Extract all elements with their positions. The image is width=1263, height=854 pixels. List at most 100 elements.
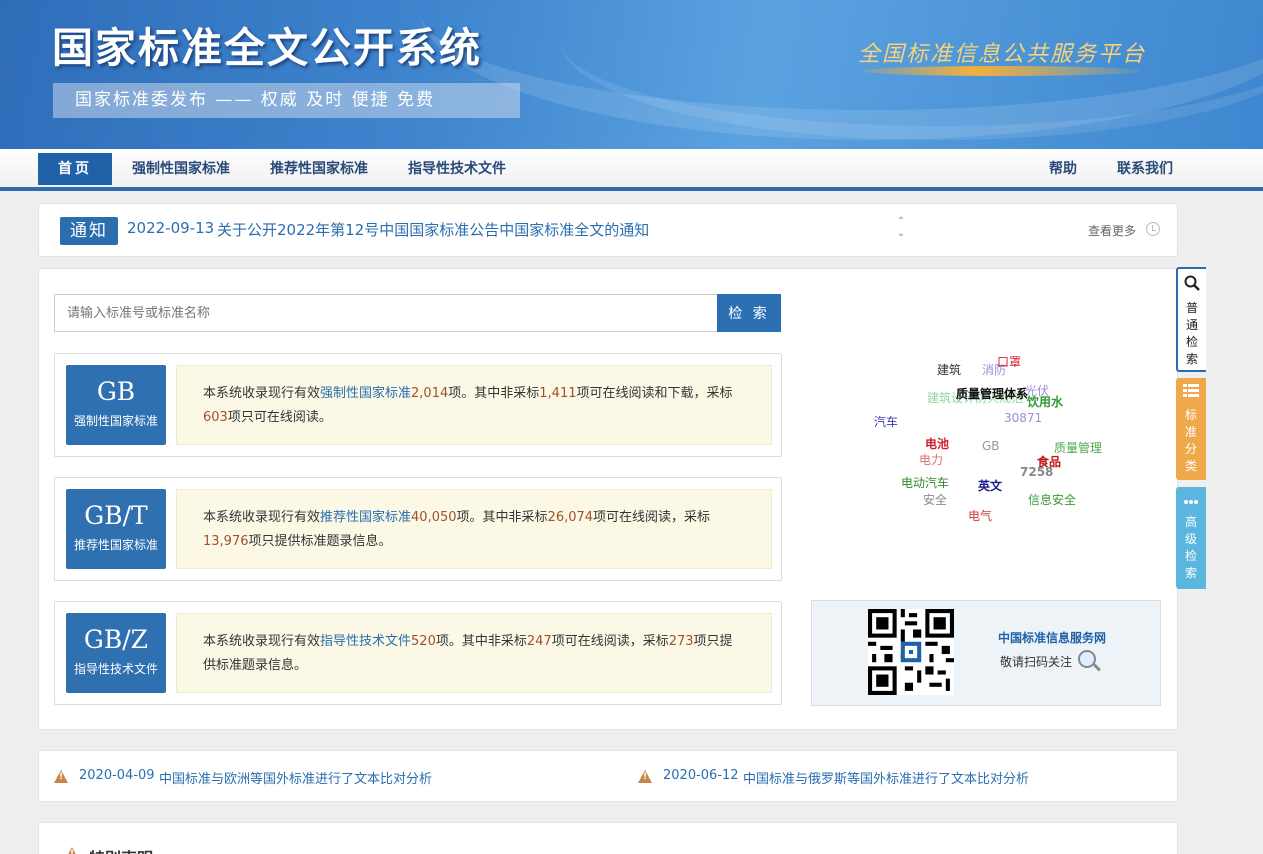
desc-adopt: 13,976 xyxy=(203,534,249,549)
nav-help[interactable]: 帮助 xyxy=(1049,153,1077,185)
main-nav: 首页 强制性国家标准 推荐性国家标准 指导性技术文件 帮助 联系我们 xyxy=(0,149,1263,191)
nav-home[interactable]: 首页 xyxy=(38,153,112,185)
news-panel: 2020-04-09 中国标准与欧洲等国外标准进行了文本比对分析 2020-06… xyxy=(38,750,1178,802)
slogan-brush-stroke xyxy=(862,66,1142,76)
standard-card-gb: GB 强制性国家标准 本系统收录现行有效强制性国家标准2,014项。其中非采标1… xyxy=(54,353,782,457)
chevron-down-icon[interactable]: ⌄ xyxy=(894,228,908,240)
qr-code-image xyxy=(868,609,954,695)
side-tab-label: 高级检索 xyxy=(1184,515,1197,580)
qr-code-box: 中国标准信息服务网 敬请扫码关注 xyxy=(811,600,1161,706)
standard-code-badge[interactable]: GB/T 推荐性国家标准 xyxy=(66,489,166,569)
tag-cloud-item[interactable]: 7258 xyxy=(1020,465,1053,479)
desc-text: 本系统收录现行有效 xyxy=(203,386,321,401)
desc-nonadopt: 1,411 xyxy=(539,386,577,401)
tag-cloud-item[interactable]: 安全 xyxy=(923,491,947,508)
statement-panel: 特别声明 xyxy=(38,822,1178,854)
tag-cloud: 建筑 消防 口罩 光伏 建筑设计防火规范 质量管理体系 饮用水 30871 汽车… xyxy=(859,349,1119,529)
notice-link[interactable]: 关于公开2022年第12号中国国家标准公告中国家标准全文的通知 xyxy=(217,219,649,240)
desc-total: 40,050 xyxy=(411,510,457,525)
desc-type-link[interactable]: 指导性技术文件 xyxy=(320,634,411,649)
notice-badge: 通知 xyxy=(60,217,118,245)
standard-card-gbz: GB/Z 指导性技术文件 本系统收录现行有效指导性技术文件520项。其中非采标2… xyxy=(54,601,782,705)
standard-code: GB/Z xyxy=(83,625,149,654)
standard-type-name: 指导性技术文件 xyxy=(73,662,158,676)
standard-type-name: 强制性国家标准 xyxy=(73,414,158,428)
desc-text: 本系统收录现行有效 xyxy=(203,510,321,525)
desc-text: 本系统收录现行有效 xyxy=(203,634,321,649)
desc-text: 项只提供标准题录信息。 xyxy=(248,534,392,549)
side-tab-basic-search[interactable]: 普通检索 xyxy=(1176,267,1206,372)
view-more-link[interactable]: 查看更多 xyxy=(1088,222,1136,239)
desc-text: 项。其中非采标 xyxy=(448,386,540,401)
desc-text: 项可在线阅读和下载，采标 xyxy=(576,386,733,401)
search-input[interactable] xyxy=(54,294,717,332)
desc-text: 项。其中非采标 xyxy=(456,510,548,525)
platform-slogan: 全国标准信息公共服务平台 xyxy=(858,42,1147,67)
notice-bar: 通知 2022-09-13 关于公开2022年第12号中国国家标准公告中国家标准… xyxy=(38,203,1178,257)
tag-cloud-item[interactable]: 质量管理体系 xyxy=(956,385,1028,402)
desc-total: 2,014 xyxy=(411,386,449,401)
standard-type-name: 推荐性国家标准 xyxy=(73,538,158,552)
tag-cloud-item[interactable]: 电动汽车 xyxy=(901,474,949,491)
tag-cloud-item[interactable]: 英文 xyxy=(978,477,1002,494)
nav-mandatory-standards[interactable]: 强制性国家标准 xyxy=(132,153,230,185)
notice-scroll-arrows[interactable]: ⌃ ⌄ xyxy=(894,216,908,240)
desc-adopt: 273 xyxy=(668,634,694,649)
site-slogan: 国家标准委发布 —— 权威 及时 便捷 免费 xyxy=(53,83,520,118)
desc-text: 项只可在线阅读。 xyxy=(227,410,332,425)
desc-nonadopt: 26,074 xyxy=(547,510,594,525)
list-icon xyxy=(1183,384,1199,397)
side-tab-label: 标准分类 xyxy=(1184,408,1197,473)
desc-type-link[interactable]: 强制性国家标准 xyxy=(320,386,411,401)
desc-nonadopt: 247 xyxy=(526,634,552,649)
standard-code-badge[interactable]: GB/Z 指导性技术文件 xyxy=(66,613,166,693)
desc-adopt: 603 xyxy=(203,410,228,425)
desc-text: 项可在线阅读，采标 xyxy=(593,510,711,525)
alert-icon xyxy=(65,847,79,854)
search-button[interactable]: 检 索 xyxy=(717,294,781,332)
clock-icon xyxy=(1146,222,1160,236)
main-panel: 检 索 GB 强制性国家标准 本系统收录现行有效强制性国家标准2,014项。其中… xyxy=(38,268,1178,730)
site-title: 国家标准全文公开系统 xyxy=(52,24,482,72)
standard-card-gbt: GB/T 推荐性国家标准 本系统收录现行有效推荐性国家标准40,050项。其中非… xyxy=(54,477,782,581)
header-banner: 国家标准全文公开系统 国家标准委发布 —— 权威 及时 便捷 免费 全国标准信息… xyxy=(0,0,1263,149)
tag-cloud-item[interactable]: 饮用水 xyxy=(1027,393,1063,410)
nav-contact[interactable]: 联系我们 xyxy=(1117,153,1173,185)
tag-cloud-item[interactable]: 电气 xyxy=(968,507,992,524)
desc-type-link[interactable]: 推荐性国家标准 xyxy=(320,510,411,525)
news-date[interactable]: 2020-06-12 xyxy=(663,768,739,783)
nav-recommended-standards[interactable]: 推荐性国家标准 xyxy=(270,153,368,185)
tag-cloud-item[interactable]: 电力 xyxy=(919,451,943,468)
side-tab-advanced-search[interactable]: 高级检索 xyxy=(1176,487,1206,589)
tag-cloud-item[interactable]: GB xyxy=(982,439,1000,453)
side-tab-classification[interactable]: 标准分类 xyxy=(1176,378,1206,480)
standard-description: 本系统收录现行有效指导性技术文件520项。其中非采标247项可在线阅读，采标27… xyxy=(176,613,772,693)
chevron-up-icon[interactable]: ⌃ xyxy=(894,216,908,228)
notice-date[interactable]: 2022-09-13 xyxy=(127,219,214,237)
tag-cloud-item[interactable]: 质量管理 xyxy=(1054,439,1102,456)
standard-description: 本系统收录现行有效强制性国家标准2,014项。其中非采标1,411项可在线阅读和… xyxy=(176,365,772,445)
magnifier-icon xyxy=(1078,650,1096,668)
tag-cloud-item[interactable]: 口罩 xyxy=(997,353,1021,370)
qr-title: 中国标准信息服务网 xyxy=(998,631,1107,645)
news-link[interactable]: 中国标准与俄罗斯等国外标准进行了文本比对分析 xyxy=(743,768,1029,787)
desc-total: 520 xyxy=(411,634,436,649)
standard-code-badge[interactable]: GB 强制性国家标准 xyxy=(66,365,166,445)
standard-description: 本系统收录现行有效推荐性国家标准40,050项。其中非采标26,074项可在线阅… xyxy=(176,489,772,569)
statement-title: 特别声明 xyxy=(89,845,153,854)
tag-cloud-item[interactable]: 电池 xyxy=(925,435,949,452)
standard-code: GB/T xyxy=(84,501,148,530)
side-tab-label: 普通检索 xyxy=(1185,301,1198,366)
news-link[interactable]: 中国标准与欧洲等国外标准进行了文本比对分析 xyxy=(159,768,432,787)
nav-guidance-documents[interactable]: 指导性技术文件 xyxy=(408,153,506,185)
tag-cloud-item[interactable]: 建筑 xyxy=(937,361,961,378)
desc-text: 项可在线阅读，采标 xyxy=(551,634,669,649)
search-icon xyxy=(1184,275,1200,291)
alert-icon xyxy=(54,770,68,783)
tag-cloud-item[interactable]: 30871 xyxy=(1004,411,1042,425)
tag-cloud-item[interactable]: 汽车 xyxy=(874,413,898,430)
standard-code: GB xyxy=(96,377,136,406)
news-date[interactable]: 2020-04-09 xyxy=(79,768,155,783)
qr-subtitle: 敬请扫码关注 xyxy=(1000,655,1073,669)
tag-cloud-item[interactable]: 信息安全 xyxy=(1028,491,1076,508)
